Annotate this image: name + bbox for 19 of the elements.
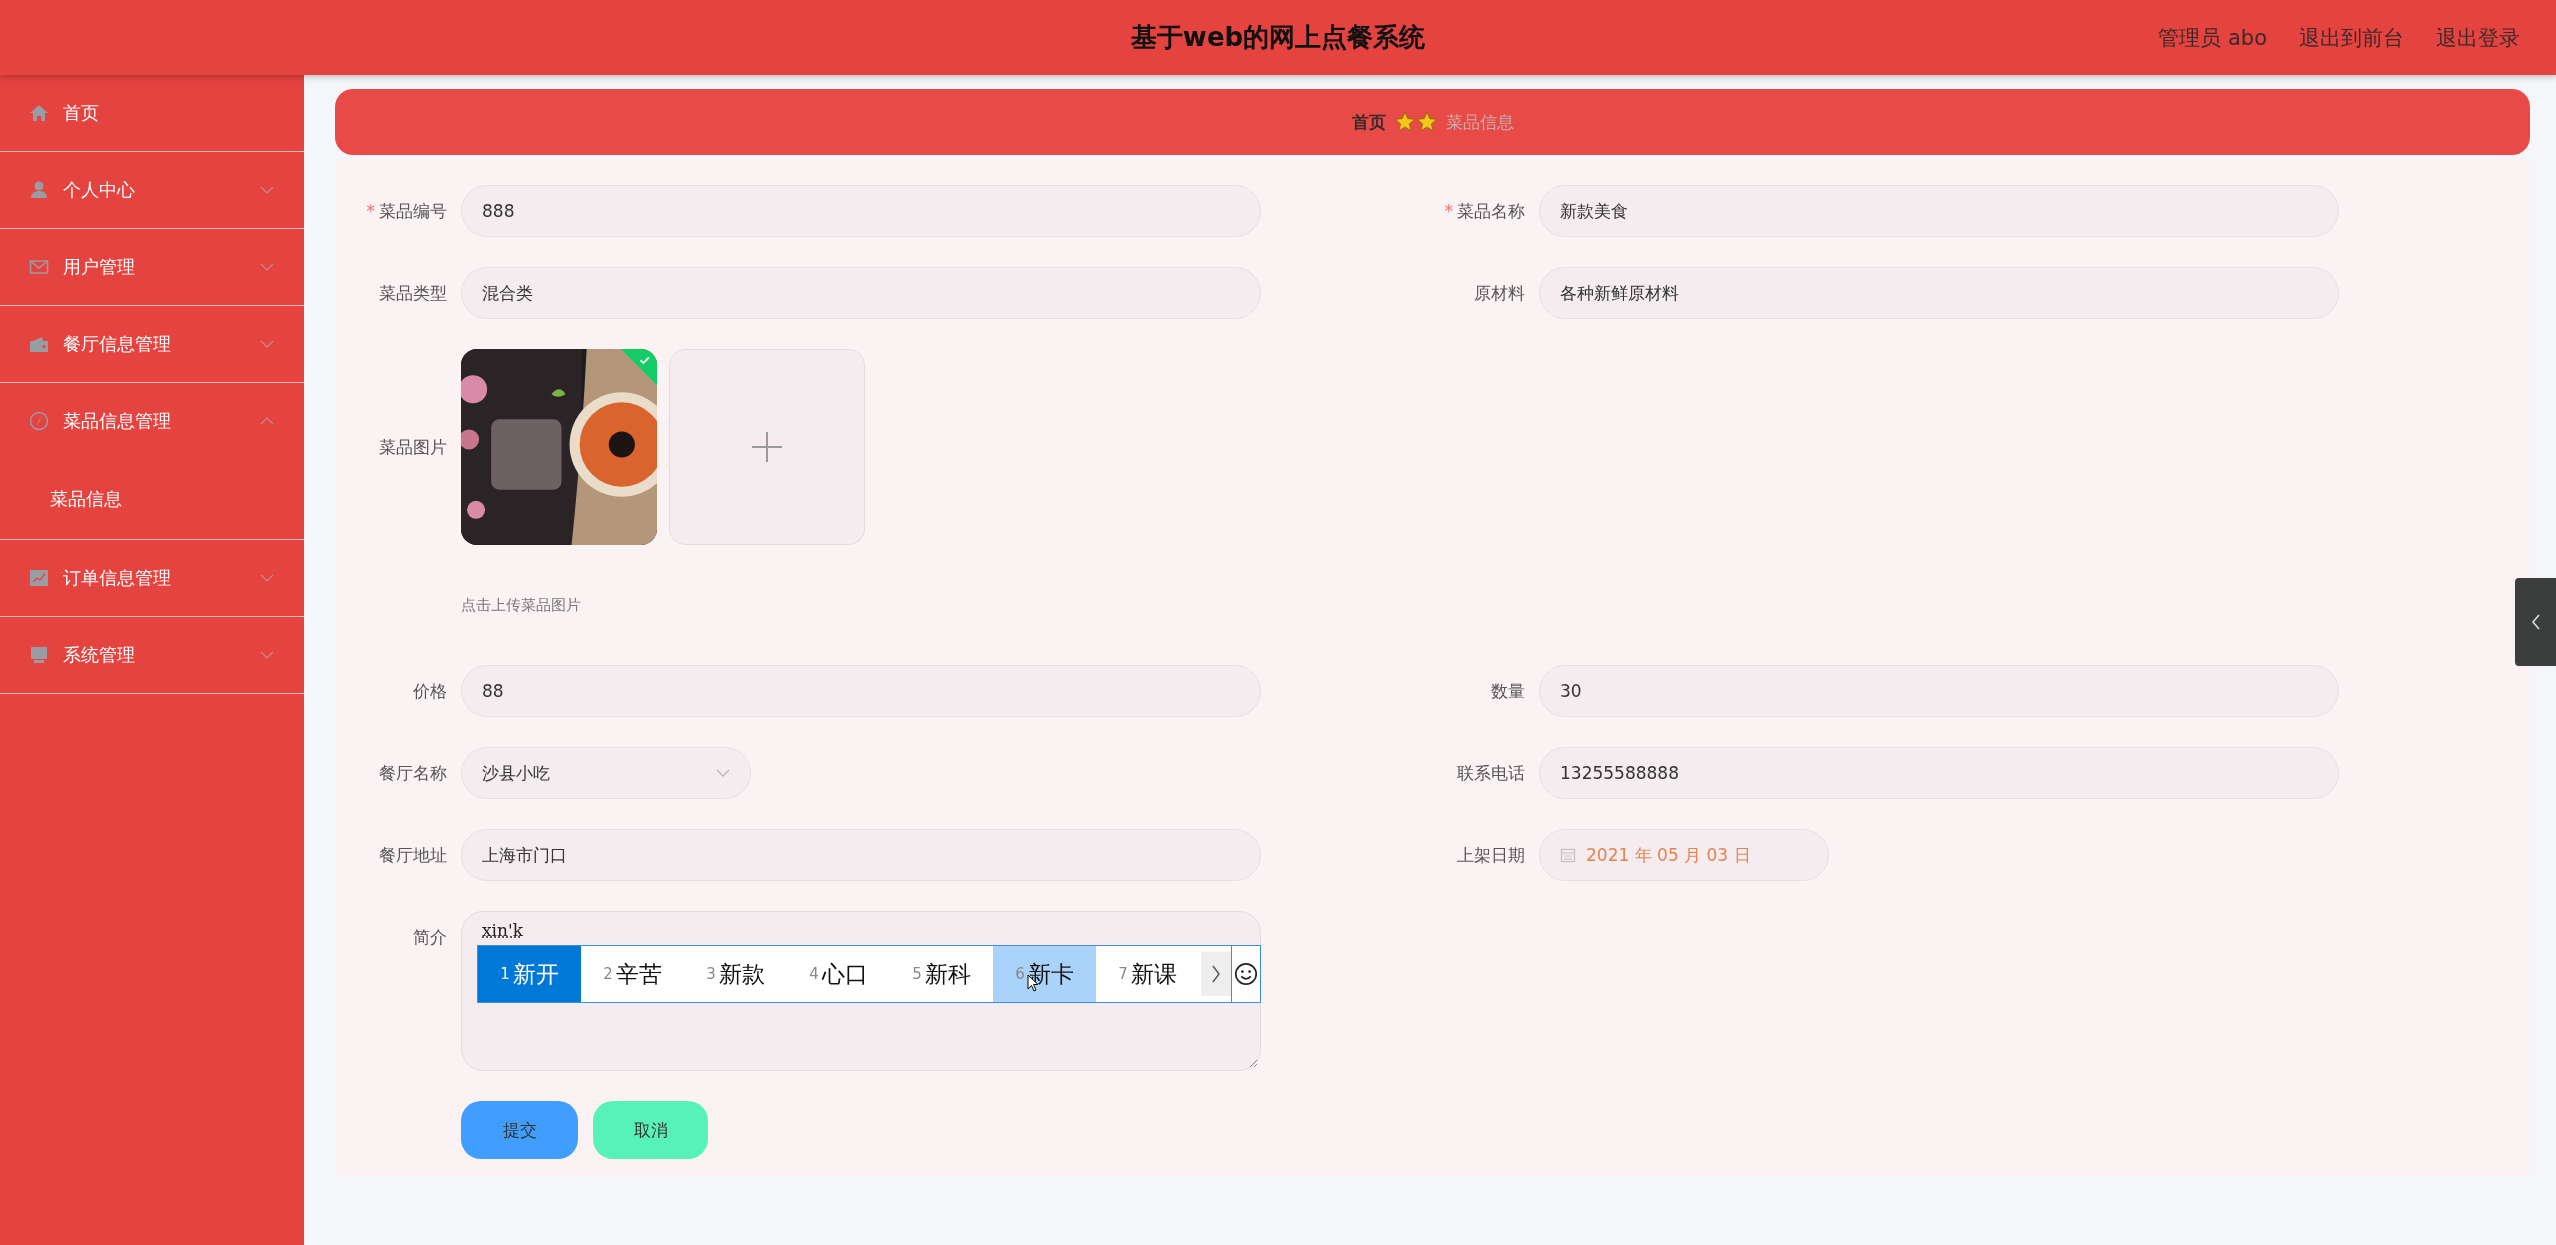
composition-text: xin'k bbox=[482, 920, 523, 940]
field-label: 简介 bbox=[413, 927, 447, 947]
field-label: 菜品名称 bbox=[1457, 201, 1525, 221]
field-label: 餐厅名称 bbox=[379, 763, 447, 783]
field-label: 数量 bbox=[1491, 681, 1525, 701]
field-label: 价格 bbox=[413, 681, 447, 701]
field-label: 联系电话 bbox=[1457, 763, 1525, 783]
app-title: 基于web的网上点餐系统 bbox=[1130, 21, 1426, 54]
upload-hint: 点击上传菜品图片 bbox=[461, 595, 582, 615]
user-name: 管理员 abo bbox=[2158, 24, 2267, 52]
breadcrumb-item: 菜品信息 bbox=[1445, 110, 1514, 134]
field-label: 餐厅地址 bbox=[379, 845, 447, 865]
field-label: 上架日期 bbox=[1457, 845, 1525, 865]
required-mark: * bbox=[366, 201, 375, 221]
field-label: 菜品编号 bbox=[379, 201, 447, 221]
field-label: 原材料 bbox=[1474, 283, 1525, 303]
field-label: 菜品图片 bbox=[379, 437, 447, 457]
required-mark: * bbox=[1444, 201, 1453, 221]
field-label: 菜品类型 bbox=[379, 283, 447, 303]
